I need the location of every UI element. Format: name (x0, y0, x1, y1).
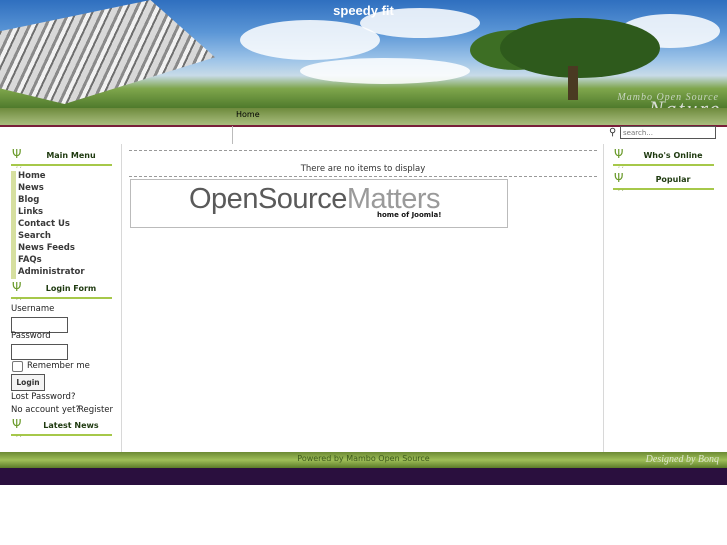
right-column-divider (603, 144, 604, 452)
search-box: ⚲ (609, 126, 716, 139)
login-button[interactable]: Login (11, 374, 45, 391)
designed-by-text: Designed by Bonq (645, 454, 719, 465)
login-form-title: Login Form (45, 284, 97, 293)
site-title: speedy fit (333, 3, 394, 18)
menu-item-blog[interactable]: Blog (18, 195, 39, 205)
content-divider (129, 150, 597, 151)
grass-icon: Ψ (12, 147, 22, 161)
menu-item-news[interactable]: News (18, 183, 44, 193)
powered-by-text: Powered by Mambo Open Source (297, 454, 430, 463)
bottom-bar (0, 468, 727, 485)
cloud (300, 58, 470, 84)
search-icon: ⚲ (609, 127, 617, 138)
latest-news-title: Latest News (43, 421, 99, 430)
tick-mark: ’ ‘ (16, 435, 22, 442)
menu-item-news-feeds[interactable]: News Feeds (18, 243, 75, 253)
password-label: Password (11, 331, 51, 341)
content-divider (129, 176, 597, 177)
grass-icon: Ψ (12, 280, 22, 294)
menu-item-administrator[interactable]: Administrator (18, 267, 85, 277)
menu-item-home[interactable]: Home (18, 171, 46, 181)
empty-message: There are no items to display (300, 164, 426, 174)
grass-icon: Ψ (614, 147, 624, 161)
whos-online-title: Who's Online (643, 151, 703, 160)
main-menu-title: Main Menu (46, 151, 96, 160)
grass-icon: Ψ (614, 171, 624, 185)
whos-online-header: Ψ Who's Online (613, 147, 714, 166)
cloud (240, 20, 380, 60)
tick-mark: ’ ‘ (618, 189, 624, 196)
grass-icon: Ψ (12, 417, 22, 431)
password-field[interactable] (11, 344, 68, 360)
nav-home-link[interactable]: Home (236, 110, 260, 119)
menu-item-contact-us[interactable]: Contact Us (18, 219, 70, 229)
main-menu-header: Ψ Main Menu (11, 147, 112, 166)
popular-title: Popular (655, 175, 691, 184)
latest-news-header: Ψ Latest News (11, 417, 112, 436)
footer: Powered by Mambo Open Source Designed by… (0, 452, 727, 468)
nav-divider (232, 126, 233, 144)
banner-subtitle: home of Joomla! (377, 211, 442, 219)
remember-me-checkbox[interactable] (12, 361, 23, 372)
left-column-divider (121, 144, 122, 452)
search-input[interactable] (620, 126, 716, 139)
popular-header: Ψ Popular (613, 171, 714, 190)
lost-password-link[interactable]: Lost Password? (11, 392, 75, 402)
no-account-text: No account yet? (11, 405, 80, 415)
menu-item-search[interactable]: Search (18, 231, 51, 241)
tree-trunk (568, 66, 578, 100)
username-label: Username (11, 304, 55, 314)
remember-me-label: Remember me (27, 361, 90, 371)
top-navigation: Home (0, 108, 727, 127)
menu-item-faqs[interactable]: FAQs (18, 255, 42, 265)
login-form-header: Ψ Login Form (11, 280, 112, 299)
main-menu-bar (11, 171, 16, 279)
opensource-matters-banner[interactable]: OpenSourceMatters home of Joomla! (130, 179, 508, 228)
menu-item-links[interactable]: Links (18, 207, 43, 217)
register-link[interactable]: Register (78, 405, 113, 415)
tree-image (500, 18, 660, 78)
header-banner: speedy fit Mambo Open Source (0, 0, 727, 108)
